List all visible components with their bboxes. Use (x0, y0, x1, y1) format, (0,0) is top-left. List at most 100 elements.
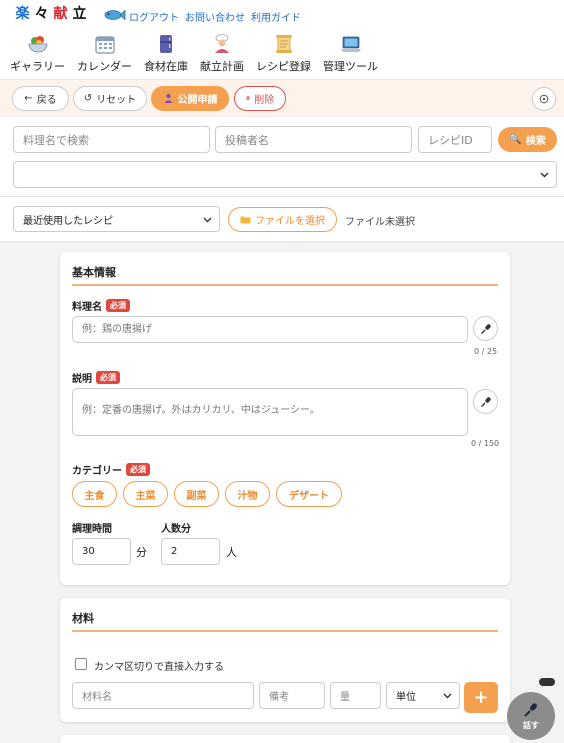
chevron-down-icon (443, 693, 452, 699)
logo-char: 々 (34, 6, 49, 22)
servings-unit: 人 (226, 546, 237, 559)
chef-icon (215, 34, 229, 53)
ingredients-card: 材料 カンマ区切りで直接入力する 材料名 備考 量 単位 + (60, 598, 510, 722)
char-counter: 0 / 25 (474, 347, 498, 356)
cook-time-input[interactable]: 30 (72, 538, 131, 565)
nav-meal-plan[interactable]: 献立計画 (200, 33, 244, 74)
dish-name-label: 料理名 必須 (72, 298, 130, 313)
ingredient-name-input[interactable]: 材料名 (72, 682, 254, 709)
next-section-card (60, 735, 510, 743)
required-badge: 必須 (96, 371, 120, 384)
recent-recipes-select[interactable]: 最近使用したレシピ (13, 206, 220, 232)
reset-button[interactable]: ↺ リセット (73, 86, 147, 111)
category-chip[interactable]: 主食 (72, 481, 117, 507)
field-label: 説明 (72, 374, 92, 385)
nav-admin[interactable]: 管理ツール (323, 33, 378, 74)
recipe-id-input[interactable]: レシピID (418, 126, 492, 153)
category-chip[interactable]: 汁物 (225, 481, 270, 507)
search-icon: 🔍 (509, 134, 522, 145)
category-chip[interactable]: デザート (276, 481, 342, 507)
category-label: カテゴリー 必須 (72, 462, 150, 477)
back-label: 戻る (36, 95, 57, 106)
delete-button[interactable]: ⏸ 削除 (234, 86, 286, 111)
guide-link[interactable]: 利用ガイド (251, 9, 301, 24)
search-label: 検索 (525, 136, 546, 147)
servings-label: 人数分 (161, 524, 191, 535)
talk-button[interactable]: 話す (507, 692, 555, 740)
section-title: 基本情報 (72, 266, 116, 279)
nav-recipe-register[interactable]: レシピ登録 (256, 33, 311, 74)
basic-info-card: 基本情報 料理名 必須 例：鶏の唐揚げ 0 / 25 説明 必須 例：定番の唐揚… (60, 252, 510, 585)
calendar-icon (95, 36, 114, 54)
servings-input[interactable]: 2 (161, 538, 220, 565)
main-nav: ギャラリー カレンダー 食材在庫 献立計画 レシピ登録 管理ツール (10, 33, 390, 74)
dish-name-input[interactable]: 例：鶏の唐揚げ (72, 316, 468, 343)
nav-label: 管理ツール (323, 60, 378, 73)
fish-icon (104, 9, 126, 21)
microphone-icon (524, 702, 537, 717)
nav-label: ギャラリー (10, 60, 65, 73)
pause-icon: ⏸ (245, 93, 251, 104)
choose-file-button[interactable]: ファイルを選択 (228, 207, 337, 232)
nav-label: レシピ登録 (256, 60, 311, 73)
description-label: 説明 必須 (72, 370, 120, 385)
person-icon (164, 93, 172, 103)
recipe-name-search-input[interactable]: 料理名で検索 (13, 126, 210, 153)
tooltip-indicator (539, 678, 555, 686)
category-chip[interactable]: 主菜 (123, 481, 168, 507)
recent-recipes-value: 最近使用したレシピ (23, 215, 113, 227)
chevron-down-icon (540, 172, 549, 178)
file-panel: 最近使用したレシピ ファイルを選択 ファイル未選択 (0, 197, 564, 242)
search-panel: 料理名で検索 投稿者名 レシピID 🔍 検索 (0, 117, 564, 197)
logo-char: 楽 (15, 6, 30, 22)
arrow-left-icon: ← (24, 93, 33, 104)
scroll-icon (275, 35, 292, 53)
choose-file-label: ファイルを選択 (255, 216, 325, 227)
top-links: ログアウト お問い合わせ 利用ガイド (129, 9, 301, 24)
laptop-icon (340, 36, 361, 52)
char-counter: 0 / 150 (471, 439, 500, 448)
publish-label: 公開申請 (177, 95, 218, 106)
nav-label: 食材在庫 (144, 60, 188, 73)
voice-input-button[interactable] (473, 389, 498, 414)
add-ingredient-button[interactable]: + (464, 682, 498, 713)
ingredient-unit-select[interactable]: 単位 (386, 682, 460, 709)
nav-inventory[interactable]: 食材在庫 (144, 33, 188, 74)
site-logo[interactable]: 楽 々 献 立 (14, 6, 88, 23)
contact-link[interactable]: お問い合わせ (185, 9, 245, 24)
csv-input-label: カンマ区切りで直接入力する (94, 662, 224, 673)
poster-name-input[interactable]: 投稿者名 (215, 126, 412, 153)
reset-label: リセット (96, 95, 137, 106)
talk-label: 話す (523, 720, 539, 730)
logo-char: 献 (53, 6, 68, 22)
csv-input-checkbox[interactable] (75, 658, 87, 670)
description-textarea[interactable]: 例：定番の唐揚げ。外はカリカリ、中はジューシー。 (72, 388, 468, 436)
microphone-icon (480, 396, 491, 407)
ingredient-note-input[interactable]: 備考 (259, 682, 325, 709)
logout-link[interactable]: ログアウト (129, 9, 179, 24)
settings-button[interactable] (532, 87, 556, 111)
nav-gallery[interactable]: ギャラリー (10, 33, 65, 74)
action-bar: ← 戻る ↺ リセット 公開申請 ⏸ 削除 (0, 80, 564, 117)
field-label: 料理名 (72, 302, 102, 313)
category-chip[interactable]: 副菜 (174, 481, 219, 507)
minutes-unit: 分 (136, 546, 147, 559)
folder-icon (240, 216, 251, 224)
section-divider (72, 630, 498, 632)
voice-input-button[interactable] (473, 316, 498, 341)
back-button[interactable]: ← 戻る (12, 86, 69, 111)
fridge-icon (160, 35, 172, 53)
logo-char: 立 (72, 6, 87, 22)
ingredient-qty-input[interactable]: 量 (330, 682, 381, 709)
search-button[interactable]: 🔍 検索 (498, 127, 557, 152)
publish-request-button[interactable]: 公開申請 (151, 86, 229, 111)
microphone-icon (480, 323, 491, 334)
section-title: 材料 (72, 612, 94, 625)
nav-label: 献立計画 (200, 60, 244, 73)
nav-calendar[interactable]: カレンダー (77, 33, 132, 74)
delete-label: 削除 (254, 95, 275, 106)
recipe-select[interactable] (13, 161, 557, 188)
file-status: ファイル未選択 (345, 217, 415, 228)
unit-select-value: 単位 (396, 692, 416, 703)
app-header: 楽 々 献 立 ログアウト お問い合わせ 利用ガイド ギャラリー カレンダー 食… (0, 0, 564, 80)
